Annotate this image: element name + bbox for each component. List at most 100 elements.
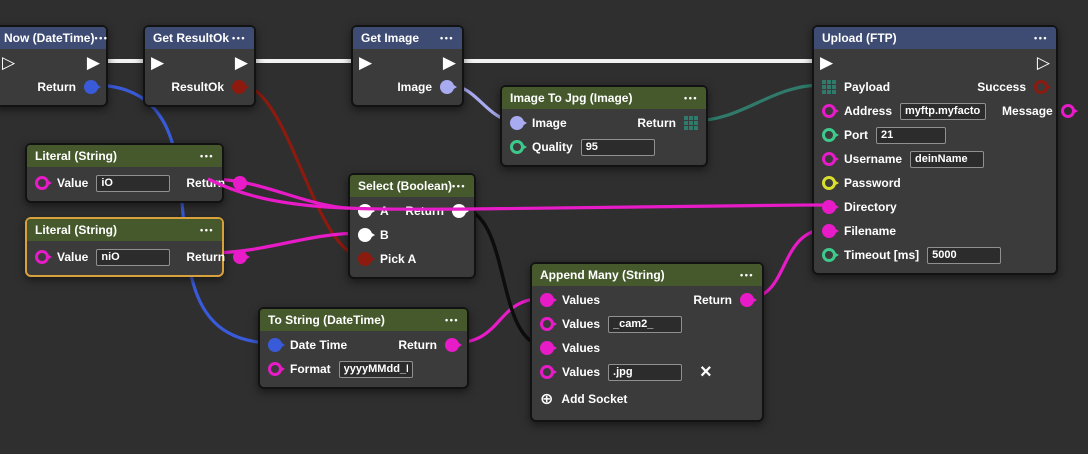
exec-in-port[interactable]: ▶ (151, 55, 164, 72)
values3-input-label: Values (562, 341, 600, 355)
add-socket-label[interactable]: Add Socket (561, 392, 627, 406)
address-input-socket[interactable] (822, 104, 836, 118)
return-output-socket[interactable] (445, 338, 459, 352)
node-header[interactable]: Literal (String) ••• (27, 219, 222, 241)
values2-field[interactable] (608, 316, 682, 333)
port-input-socket[interactable] (822, 128, 836, 142)
node-append-many[interactable]: Append Many (String) ••• Values Return V… (530, 262, 764, 422)
node-menu-icon[interactable]: ••• (200, 226, 214, 235)
wire-imagetojpg-payload[interactable] (692, 85, 822, 121)
return-output-socket[interactable] (233, 176, 247, 190)
return-output-label: Return (693, 293, 732, 307)
node-select-boolean[interactable]: Select (Boolean) ••• A Return B Pick A (348, 173, 476, 279)
node-menu-icon[interactable]: ••• (684, 94, 698, 103)
node-menu-icon[interactable]: ••• (1034, 34, 1048, 43)
node-menu-icon[interactable]: ••• (94, 34, 108, 43)
node-literal-string-io[interactable]: Literal (String) ••• Value Return (25, 143, 224, 203)
node-header[interactable]: Select (Boolean) ••• (350, 175, 474, 197)
quality-input-label: Quality (532, 140, 573, 154)
values1-input-socket[interactable] (540, 293, 554, 307)
node-header[interactable]: Get ResultOk ••• (145, 27, 254, 49)
value-input-socket[interactable] (35, 250, 49, 264)
values2-input-socket[interactable] (540, 317, 554, 331)
exec-out-port[interactable]: ▶ (443, 55, 456, 72)
return-output-label: Return (186, 176, 225, 190)
wire-resultok-picka[interactable] (240, 85, 364, 257)
node-header[interactable]: Literal (String) ••• (27, 145, 222, 167)
timeout-field[interactable] (927, 247, 1001, 264)
timeout-input-socket[interactable] (822, 248, 836, 262)
node-upload-ftp[interactable]: Upload (FTP) ••• ▶ ▷ Payload Success Add… (812, 25, 1058, 275)
node-get-image[interactable]: Get Image ••• ▶ ▶ Image (351, 25, 464, 107)
add-socket-icon[interactable]: ⊕ (540, 391, 553, 407)
node-menu-icon[interactable]: ••• (440, 34, 454, 43)
exec-in-port[interactable]: ▶ (359, 55, 372, 72)
return-output-socket[interactable] (452, 204, 466, 218)
picka-input-socket[interactable] (358, 252, 372, 266)
value-field[interactable] (96, 249, 170, 266)
payload-grid-input-socket[interactable] (822, 80, 836, 94)
node-header[interactable]: Now (DateTime) ••• (0, 27, 106, 49)
node-header[interactable]: Image To Jpg (Image) ••• (502, 87, 706, 109)
format-field[interactable] (339, 361, 413, 378)
exec-in-port[interactable]: ▷ (2, 55, 15, 72)
remove-socket-icon[interactable]: × (700, 362, 712, 382)
values4-field[interactable] (608, 364, 682, 381)
filename-input-socket[interactable] (822, 224, 836, 238)
value-field[interactable] (96, 175, 170, 192)
address-field[interactable] (900, 103, 986, 120)
username-input-label: Username (844, 152, 902, 166)
exec-out-port[interactable]: ▷ (1037, 55, 1050, 72)
node-to-string-datetime[interactable]: To String (DateTime) ••• Date Time Retur… (258, 307, 469, 389)
return-output-socket[interactable] (233, 250, 247, 264)
wire-literalio-selecta[interactable] (208, 179, 364, 209)
username-input-socket[interactable] (822, 152, 836, 166)
node-menu-icon[interactable]: ••• (232, 34, 246, 43)
resultok-output-socket[interactable] (232, 80, 246, 94)
node-menu-icon[interactable]: ••• (740, 271, 754, 280)
success-output-socket[interactable] (1034, 80, 1048, 94)
node-menu-icon[interactable]: ••• (445, 316, 459, 325)
node-header[interactable]: Get Image ••• (353, 27, 462, 49)
node-literal-string-nio[interactable]: Literal (String) ••• Value Return (25, 217, 224, 277)
message-output-socket[interactable] (1061, 104, 1075, 118)
value-input-label: Value (57, 250, 88, 264)
port-field[interactable] (876, 127, 946, 144)
wire-now-tostring[interactable] (92, 85, 274, 343)
quality-input-socket[interactable] (510, 140, 524, 154)
quality-field[interactable] (581, 139, 655, 156)
exec-out-port[interactable]: ▶ (87, 55, 100, 72)
image-output-label: Image (397, 80, 432, 94)
values4-input-socket[interactable] (540, 365, 554, 379)
node-header[interactable]: To String (DateTime) ••• (260, 309, 467, 331)
value-input-socket[interactable] (35, 176, 49, 190)
exec-out-port[interactable]: ▶ (235, 55, 248, 72)
node-graph-canvas[interactable]: Now (DateTime) ••• ▷ ▶ Return Get Result… (0, 0, 1088, 454)
node-header[interactable]: Append Many (String) ••• (532, 264, 762, 286)
b-input-socket[interactable] (358, 228, 372, 242)
node-image-to-jpg[interactable]: Image To Jpg (Image) ••• Image Return Qu… (500, 85, 708, 167)
values4-input-label: Values (562, 365, 600, 379)
image-input-socket[interactable] (510, 116, 524, 130)
node-header[interactable]: Upload (FTP) ••• (814, 27, 1056, 49)
node-menu-icon[interactable]: ••• (452, 182, 466, 191)
username-field[interactable] (910, 151, 984, 168)
exec-in-port[interactable]: ▶ (820, 55, 833, 72)
node-get-resultok[interactable]: Get ResultOk ••• ▶ ▶ ResultOk (143, 25, 256, 107)
bytes-grid-output-socket[interactable] (684, 116, 698, 130)
password-input-socket[interactable] (822, 176, 836, 190)
a-input-socket[interactable] (358, 204, 372, 218)
node-title: Upload (FTP) (822, 31, 897, 45)
values3-input-socket[interactable] (540, 341, 554, 355)
format-input-socket[interactable] (268, 362, 282, 376)
node-menu-icon[interactable]: ••• (200, 152, 214, 161)
datetime-input-socket[interactable] (268, 338, 282, 352)
wire-literalnio-selectb[interactable] (208, 233, 364, 253)
return-output-socket[interactable] (84, 80, 98, 94)
image-output-socket[interactable] (440, 80, 454, 94)
directory-input-socket[interactable] (822, 200, 836, 214)
node-now[interactable]: Now (DateTime) ••• ▷ ▶ Return (0, 25, 108, 107)
values2-input-label: Values (562, 317, 600, 331)
return-output-socket[interactable] (740, 293, 754, 307)
wire-literalio-directory[interactable] (208, 179, 828, 209)
